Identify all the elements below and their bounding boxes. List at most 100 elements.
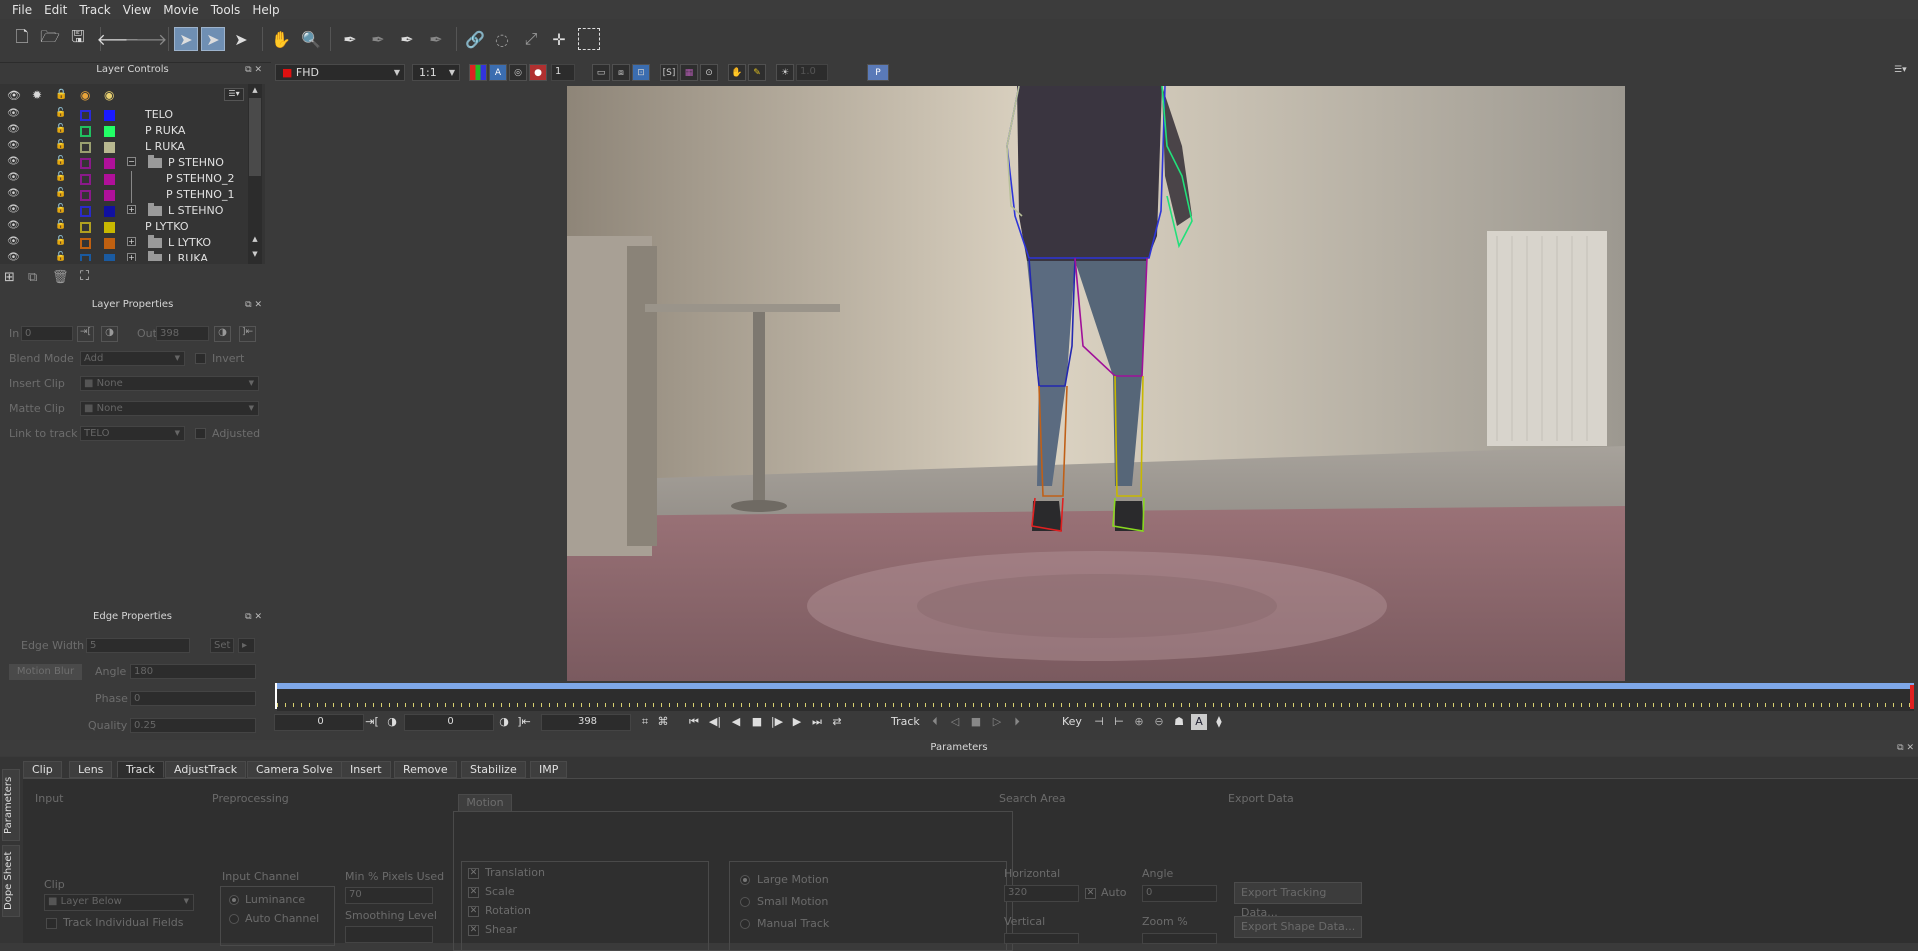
- out-keyframe-icon[interactable]: ◑: [496, 714, 512, 730]
- menu-tools[interactable]: Tools: [205, 3, 247, 17]
- scale-checkbox[interactable]: ✕: [468, 887, 479, 898]
- side-tab-dope-sheet[interactable]: Dope Sheet: [2, 845, 20, 917]
- out-keyframe-icon[interactable]: ◑: [214, 326, 231, 342]
- edge-width-field[interactable]: 5: [86, 638, 190, 653]
- eye-icon[interactable]: 👁: [7, 236, 20, 249]
- horizontal-auto-checkbox[interactable]: ✕: [1085, 888, 1096, 899]
- motion-blur-button[interactable]: Motion Blur: [9, 664, 82, 680]
- layer-row[interactable]: 👁 🔓 + L RUKA: [0, 251, 248, 261]
- play-forward-icon[interactable]: ▶: [789, 714, 805, 730]
- eye-column-icon[interactable]: 👁: [7, 89, 21, 102]
- lock-icon[interactable]: 🔓: [55, 108, 66, 118]
- fill-color-swatch[interactable]: [104, 110, 115, 121]
- link-to-track-select[interactable]: TELO ▼: [80, 426, 185, 441]
- lock-icon[interactable]: 🔓: [55, 156, 66, 166]
- fill-color-swatch[interactable]: [104, 222, 115, 233]
- quality-field[interactable]: 0.25: [130, 718, 256, 733]
- menu-movie[interactable]: Movie: [157, 3, 205, 17]
- trash-icon[interactable]: 🗑: [52, 270, 69, 285]
- remove-key-icon[interactable]: ⊖: [1151, 714, 1167, 730]
- layer-row[interactable]: 👁 🔓 TELO: [0, 107, 248, 123]
- highlight-icon[interactable]: ✎: [748, 64, 766, 81]
- input-clip-select[interactable]: ■ Layer Below ▼: [44, 894, 194, 911]
- lock-icon[interactable]: 🔓: [55, 220, 66, 230]
- fit-frame-icon[interactable]: ⛶: [80, 269, 89, 284]
- video-frame[interactable]: [567, 86, 1625, 681]
- hand-pan-icon[interactable]: ✋: [269, 27, 293, 51]
- menu-view[interactable]: View: [117, 3, 157, 17]
- small-motion-radio[interactable]: [740, 897, 750, 907]
- autokey-icon[interactable]: ☗: [1171, 714, 1187, 730]
- overlay-toggle-icon[interactable]: ◎: [509, 64, 527, 81]
- fill-color-swatch[interactable]: [104, 174, 115, 185]
- outline-color-swatch[interactable]: [80, 254, 91, 261]
- track-backward-icon[interactable]: ◁: [947, 714, 963, 730]
- eye-icon[interactable]: 👁: [7, 204, 20, 217]
- current-frame-field[interactable]: 0: [404, 714, 494, 731]
- track-fields-checkbox[interactable]: [46, 918, 57, 929]
- tab-imp[interactable]: IMP: [530, 761, 568, 778]
- zoom-select[interactable]: 1:1 ▼: [412, 64, 460, 81]
- clip-select[interactable]: ■ FHD ▼: [275, 64, 405, 81]
- in-field[interactable]: 0: [21, 326, 73, 341]
- eye-icon[interactable]: 👁: [7, 156, 20, 169]
- lock-icon[interactable]: 🔓: [55, 204, 66, 214]
- proxy-toggle-button[interactable]: P: [867, 64, 889, 81]
- scroll-up-icon[interactable]: ▲: [249, 86, 261, 96]
- rgb-channels-icon[interactable]: [469, 64, 487, 81]
- expand-toggle-icon[interactable]: +: [127, 237, 136, 246]
- scroll-down-icon[interactable]: ▼: [249, 250, 261, 260]
- outline-color-swatch[interactable]: [80, 110, 91, 121]
- step-back-icon[interactable]: ◀|: [707, 714, 723, 730]
- lock-icon[interactable]: 🔓: [55, 124, 66, 134]
- set-in-point-icon[interactable]: ⇥[: [364, 714, 380, 730]
- adjusted-checkbox[interactable]: [195, 428, 206, 439]
- layer-row[interactable]: 👁 🔓 P STEHNO_2: [0, 171, 248, 187]
- export-shape-button[interactable]: Export Shape Data...: [1234, 916, 1362, 938]
- layer-row[interactable]: 👁 🔓 L RUKA: [0, 139, 248, 155]
- export-tracking-button[interactable]: Export Tracking Data...: [1234, 882, 1362, 919]
- fill-color-swatch[interactable]: [104, 238, 115, 249]
- layer-menu-icon[interactable]: ☰▾: [224, 88, 244, 101]
- outline-color-swatch[interactable]: [80, 238, 91, 249]
- mask-red-icon[interactable]: ●: [529, 64, 547, 81]
- fill-color-swatch[interactable]: [104, 158, 115, 169]
- out-marker[interactable]: [1910, 685, 1914, 709]
- timeline[interactable]: [271, 683, 1914, 711]
- alpha-channel-icon[interactable]: A: [489, 64, 507, 81]
- in-keyframe-icon[interactable]: ◑: [384, 714, 400, 730]
- step-forward-icon[interactable]: |▶: [769, 714, 785, 730]
- expand-toggle-icon[interactable]: +: [127, 205, 136, 214]
- eye-icon[interactable]: 👁: [7, 220, 20, 233]
- pen-bezier-icon[interactable]: ✒: [395, 27, 419, 51]
- smoothing-field[interactable]: [345, 926, 433, 943]
- track-forward-icon[interactable]: ▷: [989, 714, 1005, 730]
- add-key-icon[interactable]: ⊕: [1131, 714, 1147, 730]
- fill-color-swatch[interactable]: [104, 190, 115, 201]
- track-forward-all-icon[interactable]: ⏵: [1009, 714, 1025, 730]
- outline-color-swatch[interactable]: [80, 126, 91, 137]
- luminance-radio[interactable]: [229, 895, 239, 905]
- redo-icon[interactable]: 🡒: [125, 27, 168, 51]
- display-overlay-icon[interactable]: ⧈: [612, 64, 630, 81]
- grid-icon[interactable]: ▦: [680, 64, 698, 81]
- palette-column-icon[interactable]: ◉: [80, 88, 90, 102]
- new-file-icon[interactable]: 🗋: [10, 27, 34, 51]
- scale-transform-icon[interactable]: ⤢: [519, 27, 543, 51]
- min-pixels-field[interactable]: 70: [345, 887, 433, 904]
- frame-range-icon[interactable]: ⌗: [637, 714, 653, 730]
- eye-icon[interactable]: 👁: [7, 252, 20, 261]
- select-tool-icon[interactable]: ➤: [174, 27, 198, 51]
- layer-scrollbar[interactable]: ▲ ▲ ▼: [248, 84, 262, 264]
- marquee-select-icon[interactable]: [578, 28, 600, 50]
- timeline-ticks[interactable]: [277, 689, 1914, 711]
- zoom-percent-field[interactable]: [1142, 933, 1217, 944]
- tab-clip[interactable]: Clip: [23, 761, 62, 778]
- expand-toggle-icon[interactable]: +: [127, 253, 136, 261]
- fill-color-swatch[interactable]: [104, 126, 115, 137]
- key-lock-icon[interactable]: ⧫: [1211, 714, 1227, 730]
- panel-controls-icon[interactable]: ⧉ ✕: [245, 63, 262, 77]
- matte-clip-select[interactable]: ■ None ▼: [80, 401, 259, 416]
- lock-icon[interactable]: 🔓: [55, 252, 66, 261]
- save-icon[interactable]: 🖫: [66, 27, 90, 51]
